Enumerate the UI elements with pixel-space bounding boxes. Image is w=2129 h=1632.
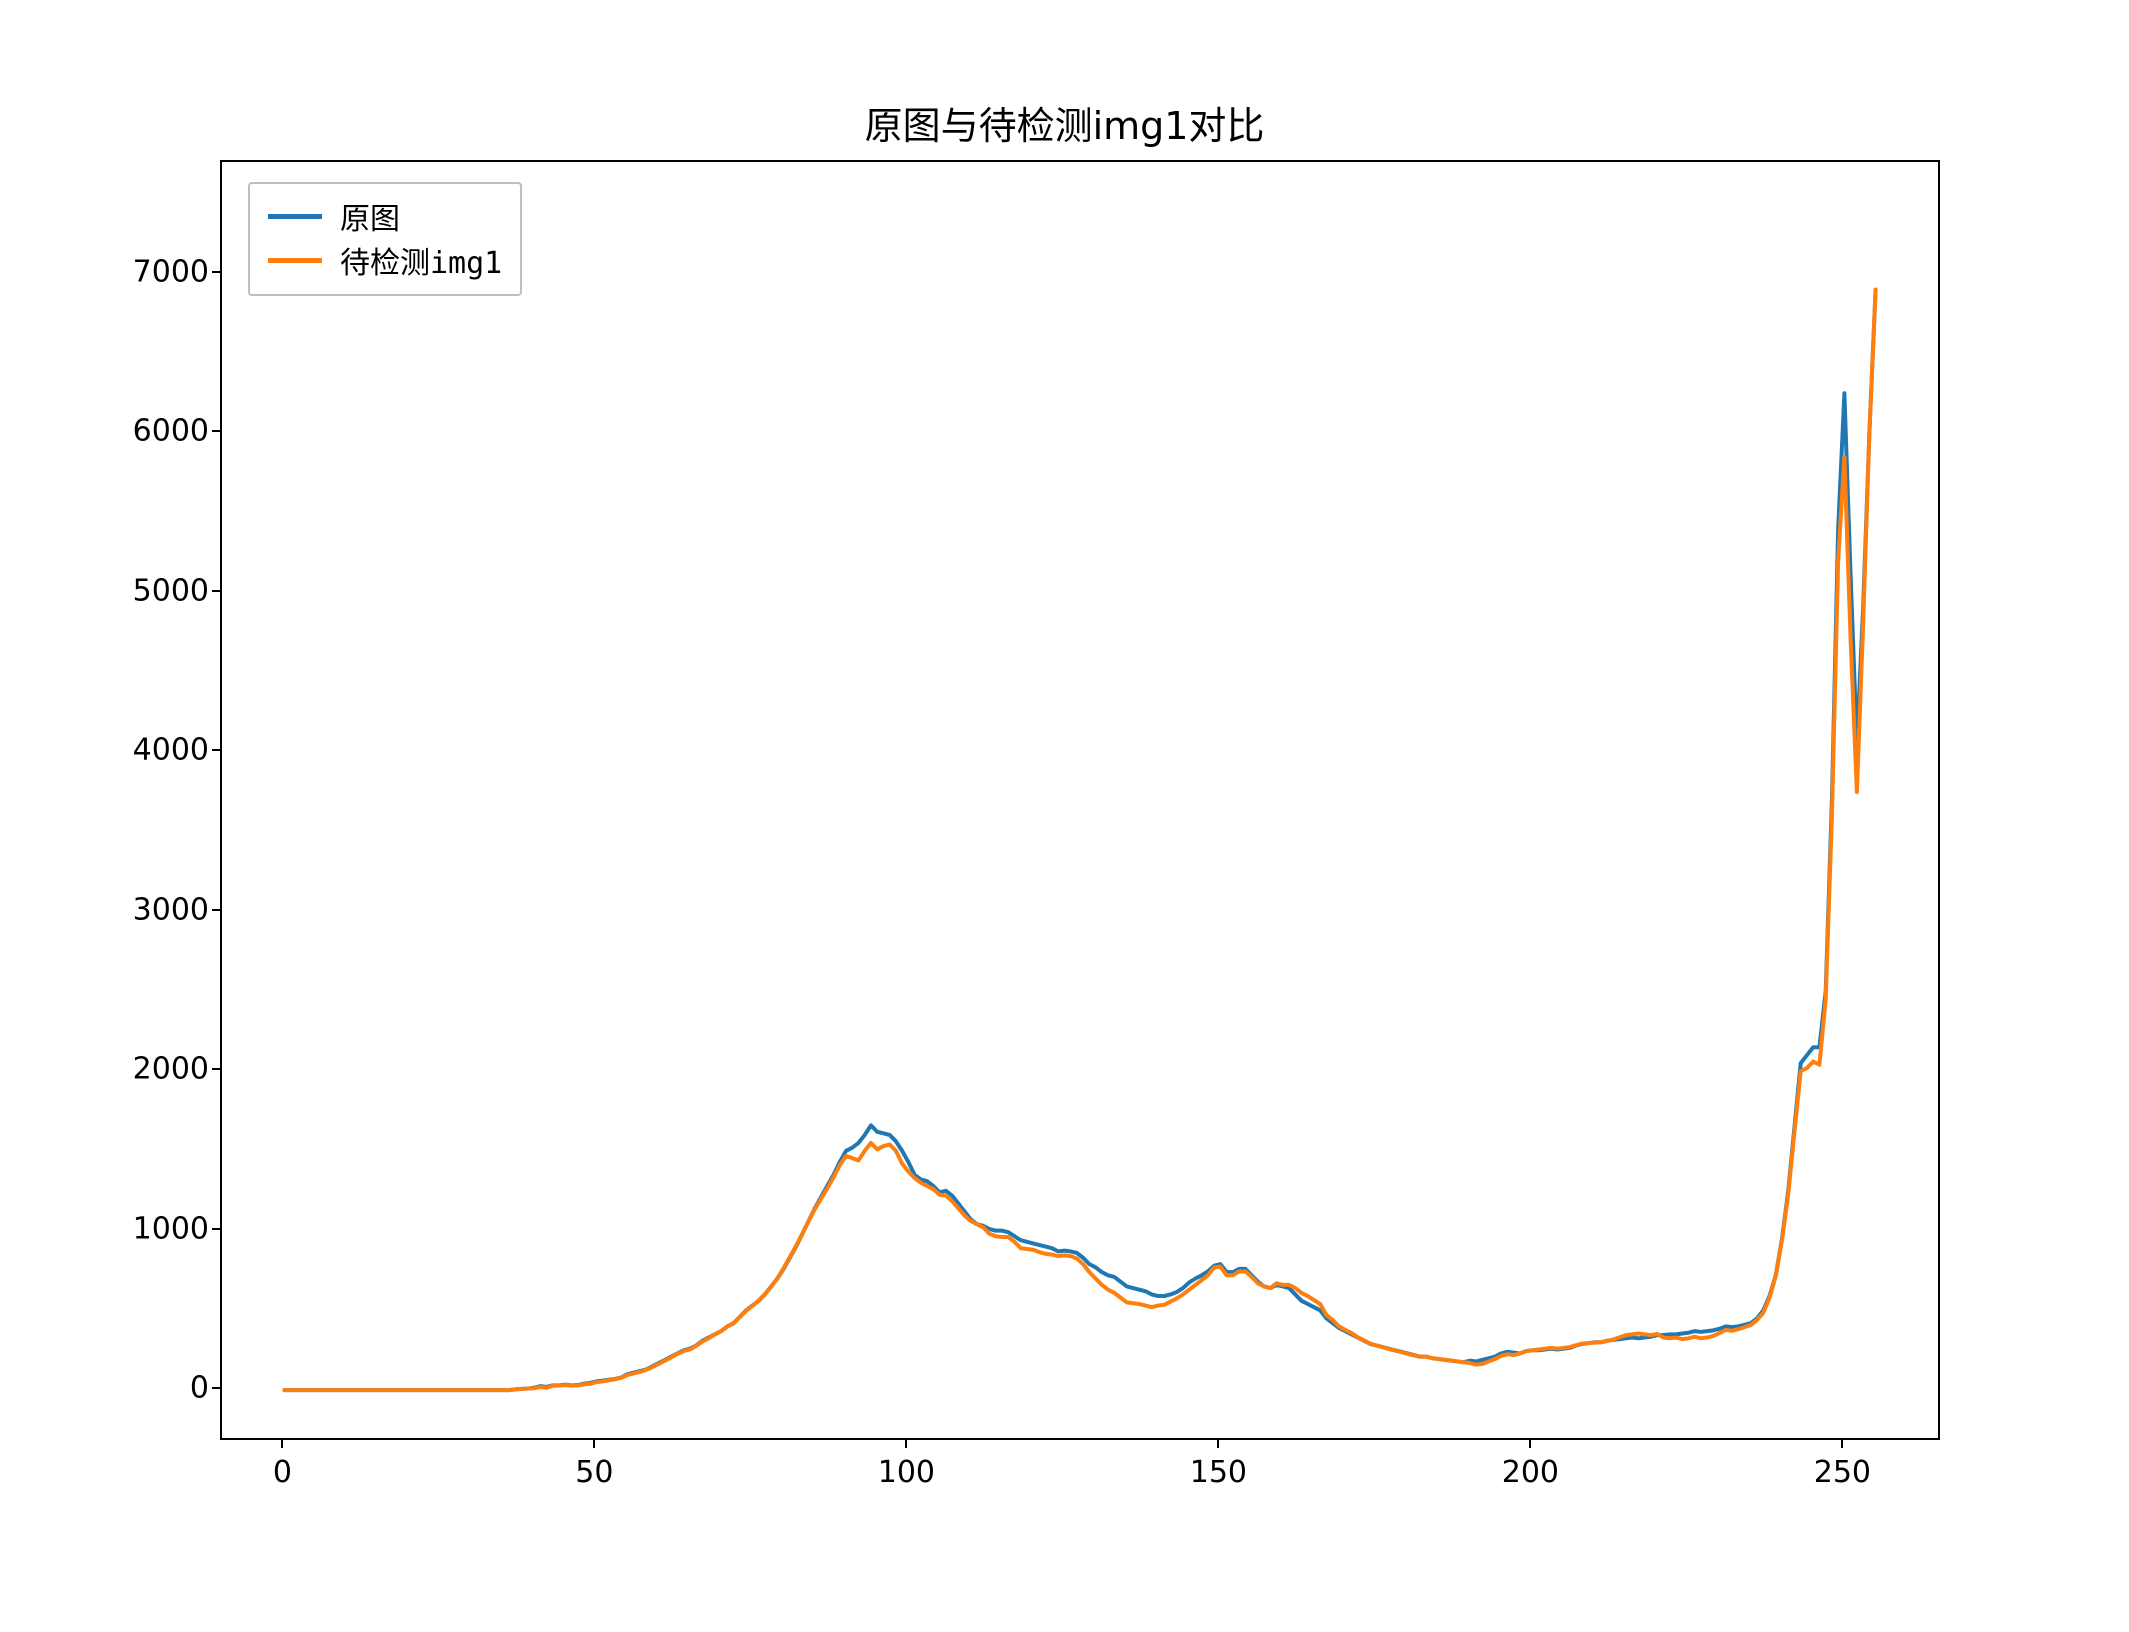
y-tick-mark [212,749,220,751]
y-tick-label: 5000 [89,573,209,608]
legend: 原图 待检测img1 [248,182,522,296]
y-tick-label: 7000 [89,254,209,289]
chart-container: 原图与待检测img1对比 010002000300040005000600070… [0,0,2129,1632]
legend-label-original: 原图 [340,194,400,238]
chart-title: 原图与待检测img1对比 [0,95,2129,150]
y-tick-mark [212,590,220,592]
x-tick-mark [1841,1440,1843,1448]
x-tick-label: 0 [273,1455,292,1490]
y-tick-mark [212,1228,220,1230]
line-series-img1 [284,290,1875,1391]
x-tick-label: 50 [575,1455,613,1490]
y-tick-label: 1000 [89,1211,209,1246]
plot-area [220,160,1940,1440]
x-tick-label: 100 [878,1455,935,1490]
y-tick-label: 4000 [89,733,209,768]
legend-swatch-original [268,214,322,219]
y-tick-label: 2000 [89,1052,209,1087]
legend-label-img1: 待检测img1 [340,238,502,282]
y-tick-mark [212,909,220,911]
x-tick-label: 200 [1502,1455,1559,1490]
x-tick-mark [905,1440,907,1448]
legend-entry-original: 原图 [268,194,502,238]
y-tick-label: 0 [89,1371,209,1406]
plot-svg [222,162,1938,1438]
y-tick-mark [212,1068,220,1070]
y-tick-mark [212,430,220,432]
x-tick-mark [1217,1440,1219,1448]
x-tick-mark [281,1440,283,1448]
y-tick-mark [212,1387,220,1389]
x-tick-label: 250 [1814,1455,1871,1490]
legend-swatch-img1 [268,258,322,263]
legend-entry-img1: 待检测img1 [268,238,502,282]
x-tick-label: 150 [1190,1455,1247,1490]
x-tick-mark [1529,1440,1531,1448]
y-tick-label: 6000 [89,414,209,449]
y-tick-label: 3000 [89,892,209,927]
x-tick-mark [593,1440,595,1448]
line-series-original [284,290,1875,1391]
y-tick-mark [212,271,220,273]
